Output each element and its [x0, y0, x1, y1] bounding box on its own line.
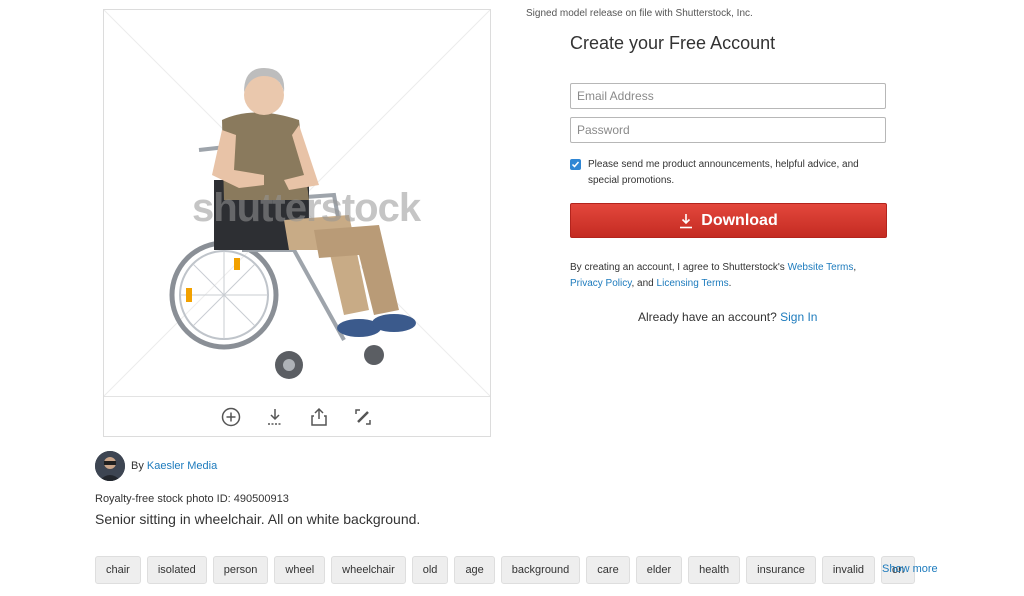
stock-photo[interactable]: shutterstock: [104, 10, 490, 396]
download-icon[interactable]: [263, 405, 287, 429]
download-label: Download: [701, 211, 778, 229]
email-field[interactable]: [570, 83, 886, 109]
opt-in-checkbox[interactable]: [570, 159, 581, 170]
terms-and: , and: [631, 278, 654, 289]
tag-chip[interactable]: age: [454, 556, 495, 584]
avatar[interactable]: [95, 451, 125, 481]
photo-id: Royalty-free stock photo ID: 490500913: [95, 493, 289, 505]
image-toolbar: [104, 396, 490, 437]
author-link[interactable]: Kaesler Media: [147, 460, 217, 472]
model-release-note: Signed model release on file with Shutte…: [526, 8, 753, 19]
image-card: shutterstock: [103, 9, 491, 437]
watermark: shutterstock: [192, 186, 421, 230]
signin-row: Already have an account? Sign In: [638, 310, 817, 324]
sign-in-link[interactable]: Sign In: [780, 310, 817, 324]
tag-chip[interactable]: background: [500, 556, 581, 584]
tag-chip[interactable]: health: [688, 556, 741, 584]
terms-text: By creating an account, I agree to Shutt…: [570, 260, 890, 292]
tag-chip[interactable]: wheel: [274, 556, 326, 584]
signup-heading: Create your Free Account: [570, 33, 776, 53]
privacy-policy-link[interactable]: Privacy Policy: [570, 278, 632, 289]
tag-chip[interactable]: invalid: [821, 556, 876, 584]
licensing-terms-link[interactable]: Licensing Terms: [657, 278, 729, 289]
author-prefix: By: [131, 460, 144, 472]
tag-list: chair isolated person wheel wheelchair old age…: [95, 556, 916, 584]
edit-icon[interactable]: [351, 405, 375, 429]
author-row: By Kaesler Media: [95, 451, 217, 481]
terms-prefix: By creating an account, I agree to Shutt…: [570, 262, 785, 273]
photo-description: Senior sitting in wheelchair. All on whi…: [95, 511, 421, 527]
tag-chip[interactable]: isolated: [146, 556, 207, 584]
checkmark-icon: [571, 161, 580, 168]
tag-chip[interactable]: insurance: [746, 556, 816, 584]
tag-chip[interactable]: wheelchair: [331, 556, 406, 584]
terms-separator: ,: [853, 262, 857, 273]
website-terms-link[interactable]: Website Terms: [788, 262, 854, 273]
tag-chip[interactable]: care: [586, 556, 630, 584]
author-credit: By Kaesler Media: [131, 460, 217, 472]
signin-prompt: Already have an account?: [638, 310, 777, 324]
download-arrow-icon: [680, 213, 693, 228]
share-icon[interactable]: [307, 405, 331, 429]
add-icon[interactable]: [219, 405, 243, 429]
terms-end: .: [728, 278, 732, 289]
show-more-link[interactable]: Show more: [882, 563, 938, 575]
tag-chip[interactable]: old: [411, 556, 449, 584]
opt-in-label: Please send me product announcements, he…: [588, 159, 859, 186]
tag-chip[interactable]: elder: [635, 556, 683, 584]
tag-chip[interactable]: chair: [95, 556, 141, 584]
tag-chip[interactable]: person: [212, 556, 269, 584]
download-button[interactable]: Download: [570, 203, 887, 238]
password-field[interactable]: [570, 117, 886, 143]
